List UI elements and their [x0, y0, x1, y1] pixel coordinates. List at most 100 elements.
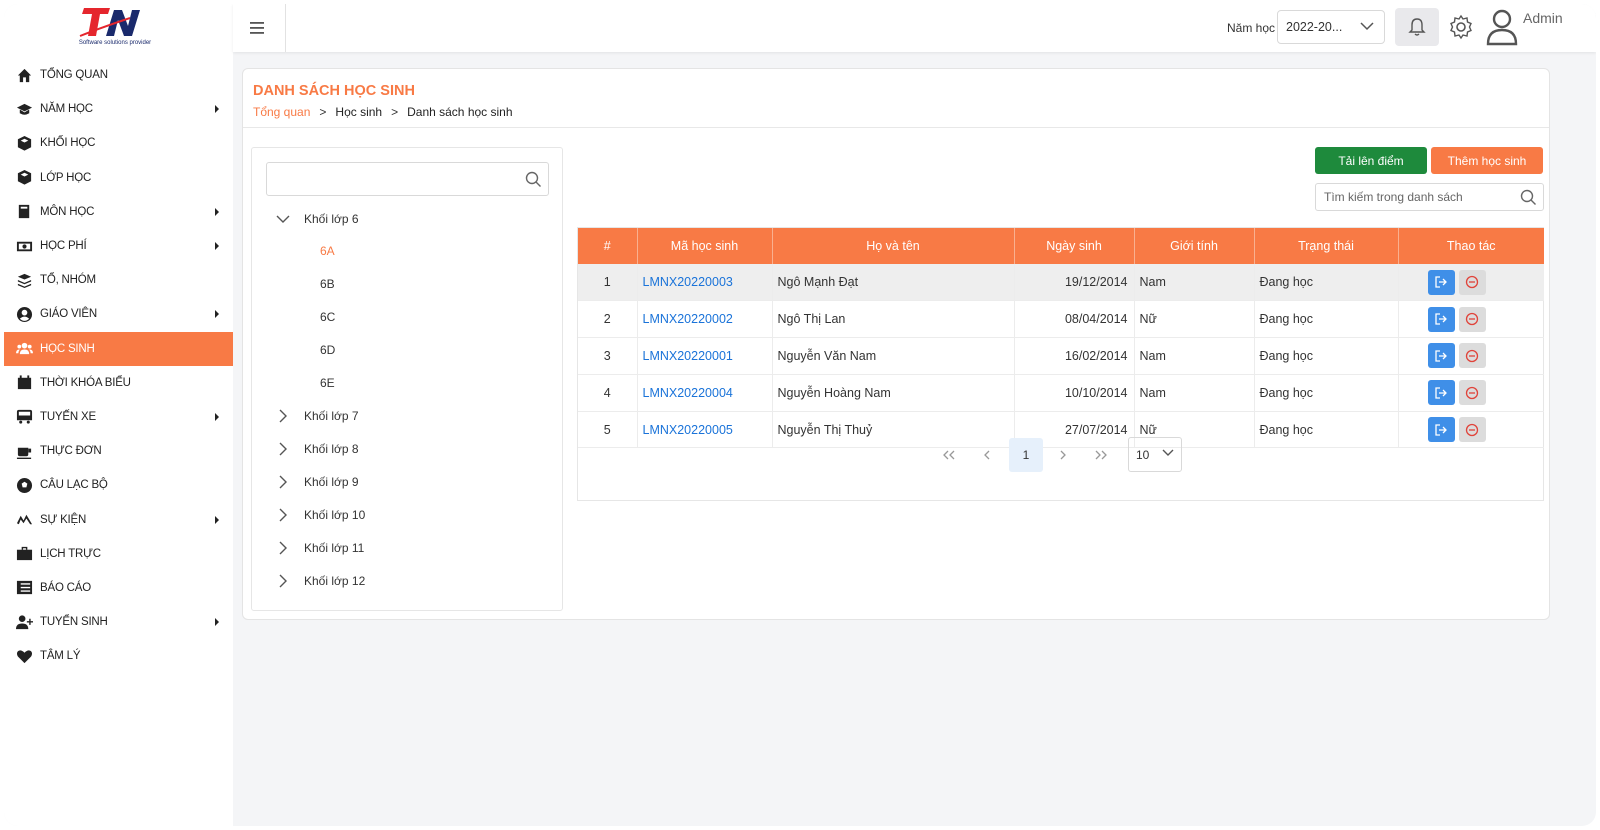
sidebar-item-11[interactable]: TUYẾN XE [4, 400, 233, 434]
first-page-button[interactable] [932, 438, 966, 472]
sidebar-item-icon [14, 545, 34, 563]
tree-class-6c[interactable]: 6C [320, 310, 335, 324]
avatar[interactable] [1483, 6, 1521, 48]
tree-node-collapsed[interactable]: Khối lớp 8 [252, 433, 359, 465]
sidebar-item-9[interactable]: HỌC SINH [4, 331, 233, 366]
sidebar-item-14[interactable]: SỰ KIỆN [4, 502, 233, 536]
delete-button[interactable] [1458, 343, 1486, 369]
sidebar-item-15[interactable]: LỊCH TRỰC [4, 537, 233, 571]
sidebar-item-10[interactable]: THỜI KHÓA BIỂU [4, 366, 233, 400]
delete-button[interactable] [1458, 306, 1486, 332]
delete-button[interactable] [1458, 380, 1486, 406]
double-chevron-left-icon [943, 450, 955, 460]
breadcrumb-students[interactable]: Học sinh [335, 105, 382, 119]
cell-index: 4 [578, 374, 638, 412]
calendar-icon [17, 375, 31, 390]
tree-toggle[interactable] [268, 442, 298, 456]
page-button-current[interactable]: 1 [1009, 438, 1043, 472]
sidebar-item-label: TUYỂN SINH [40, 616, 108, 629]
col-header-index: # [578, 228, 638, 264]
sign-out-icon [1435, 276, 1447, 288]
sidebar-item-4[interactable]: LỚP HỌC [4, 161, 233, 195]
tree-toggle[interactable] [268, 541, 298, 555]
sidebar-item-6[interactable]: HỌC PHÍ [4, 229, 233, 263]
tree-toggle[interactable] [268, 215, 298, 224]
sidebar-item-12[interactable]: THỰC ĐƠN [4, 434, 233, 468]
sidebar-item-17[interactable]: TUYỂN SINH [4, 605, 233, 639]
tree-search-input[interactable] [266, 162, 549, 196]
menu-toggle-button[interactable] [243, 14, 271, 42]
sidebar-item-8[interactable]: GIÁO VIÊN [4, 297, 233, 331]
student-code-link[interactable]: LMNX20220002 [637, 300, 773, 339]
user-icon [1486, 9, 1518, 46]
transfer-button[interactable] [1427, 343, 1455, 369]
prev-page-button[interactable] [970, 438, 1004, 472]
page-size-select[interactable]: 10 [1128, 437, 1182, 472]
tree-class-6b[interactable]: 6B [320, 277, 335, 291]
last-page-button[interactable] [1084, 438, 1118, 472]
minus-circle-icon [1465, 349, 1479, 363]
next-page-button[interactable] [1046, 438, 1080, 472]
tree-node-expanded[interactable]: Khối lớp 6 [252, 203, 359, 235]
bus-icon [16, 410, 32, 425]
add-student-button[interactable]: Thêm học sinh [1431, 147, 1543, 174]
delete-button[interactable] [1458, 269, 1486, 295]
tree-class-6d[interactable]: 6D [320, 343, 335, 357]
transfer-button[interactable] [1427, 269, 1455, 295]
transfer-button[interactable] [1427, 380, 1455, 406]
logo-tagline: Software solutions provider [78, 40, 152, 46]
cell-index: 2 [578, 300, 638, 339]
sidebar-item-16[interactable]: BÁO CÁO [4, 571, 233, 605]
tree-node-collapsed[interactable]: Khối lớp 9 [252, 466, 359, 498]
tree-node-collapsed[interactable]: Khối lớp 10 [252, 499, 365, 531]
tree-toggle[interactable] [268, 574, 298, 588]
search-icon [525, 171, 541, 187]
notifications-button[interactable] [1395, 8, 1439, 46]
sidebar-item-2[interactable]: NĂM HỌC [4, 92, 233, 126]
cell-dob: 08/04/2014 [1014, 300, 1135, 339]
transfer-button[interactable] [1427, 306, 1455, 332]
cell-status: Đang học [1254, 337, 1399, 375]
tree-class-6e[interactable]: 6E [320, 376, 335, 390]
chevron-down-icon [276, 215, 290, 223]
sign-out-icon [1435, 313, 1447, 325]
money-icon [16, 241, 32, 251]
student-code-link[interactable]: LMNX20220001 [637, 337, 773, 375]
tree-class-6a[interactable]: 6A [320, 244, 335, 258]
sidebar-item-icon [14, 169, 34, 187]
chevron-down-icon [1162, 449, 1174, 456]
table-row[interactable]: 3 LMNX20220001 Nguyễn Văn Nam 16/02/2014 Nam… [578, 337, 1544, 375]
sidebar-item-label: SỰ KIỆN [40, 513, 87, 526]
year-select[interactable]: 2022-20... [1277, 10, 1385, 44]
sidebar-item-3[interactable]: KHỐI HỌC [4, 126, 233, 160]
table-row[interactable]: 1 LMNX20220003 Ngô Mạnh Đạt 19/12/2014 Nam Đa… [578, 264, 1544, 302]
tree-toggle[interactable] [268, 475, 298, 489]
list-search-input[interactable]: Tìm kiếm trong danh sách [1315, 183, 1544, 211]
sidebar-item-label: THỜI KHÓA BIỂU [40, 376, 131, 389]
table-row[interactable]: 4 LMNX20220004 Nguyễn Hoàng Nam 10/10/2014 N… [578, 374, 1544, 412]
tree-toggle[interactable] [268, 409, 298, 423]
student-list-card: DANH SÁCH HỌC SINH Tổng quan > Học sinh … [242, 68, 1550, 620]
tree-toggle[interactable] [268, 508, 298, 522]
sidebar-item-18[interactable]: TÂM LÝ [4, 639, 233, 673]
tree-node-collapsed[interactable]: Khối lớp 12 [252, 565, 365, 597]
sidebar-item-label: LỚP HỌC [40, 171, 92, 184]
student-code-link[interactable]: LMNX20220004 [637, 374, 773, 412]
table-row[interactable]: 2 LMNX20220002 Ngô Thị Lan 08/04/2014 Nữ Đang… [578, 300, 1544, 339]
tree-node-collapsed[interactable]: Khối lớp 7 [252, 400, 359, 432]
user-name[interactable]: Admin [1523, 10, 1563, 26]
sidebar-item-7[interactable]: TỔ, NHÓM [4, 263, 233, 297]
tree-node-collapsed[interactable]: Khối lớp 11 [252, 532, 364, 564]
caret-right-icon [215, 618, 219, 627]
cube-icon [17, 170, 31, 185]
upload-scores-button[interactable]: Tải lên điểm [1315, 147, 1427, 174]
student-code-link[interactable]: LMNX20220003 [637, 264, 773, 302]
sidebar-item-13[interactable]: CÂU LẠC BỘ [4, 468, 233, 502]
logo[interactable]: Software solutions provider [70, 6, 160, 50]
sidebar-item-5[interactable]: MÔN HỌC [4, 195, 233, 229]
sidebar-item-1[interactable]: TỔNG QUAN [4, 58, 233, 92]
sidebar-item-label: HỌC SINH [40, 342, 95, 355]
breadcrumb-overview-link[interactable]: Tổng quan [253, 105, 310, 119]
sidebar-item-label: TỔ, NHÓM [40, 274, 96, 287]
settings-button[interactable] [1445, 11, 1477, 43]
